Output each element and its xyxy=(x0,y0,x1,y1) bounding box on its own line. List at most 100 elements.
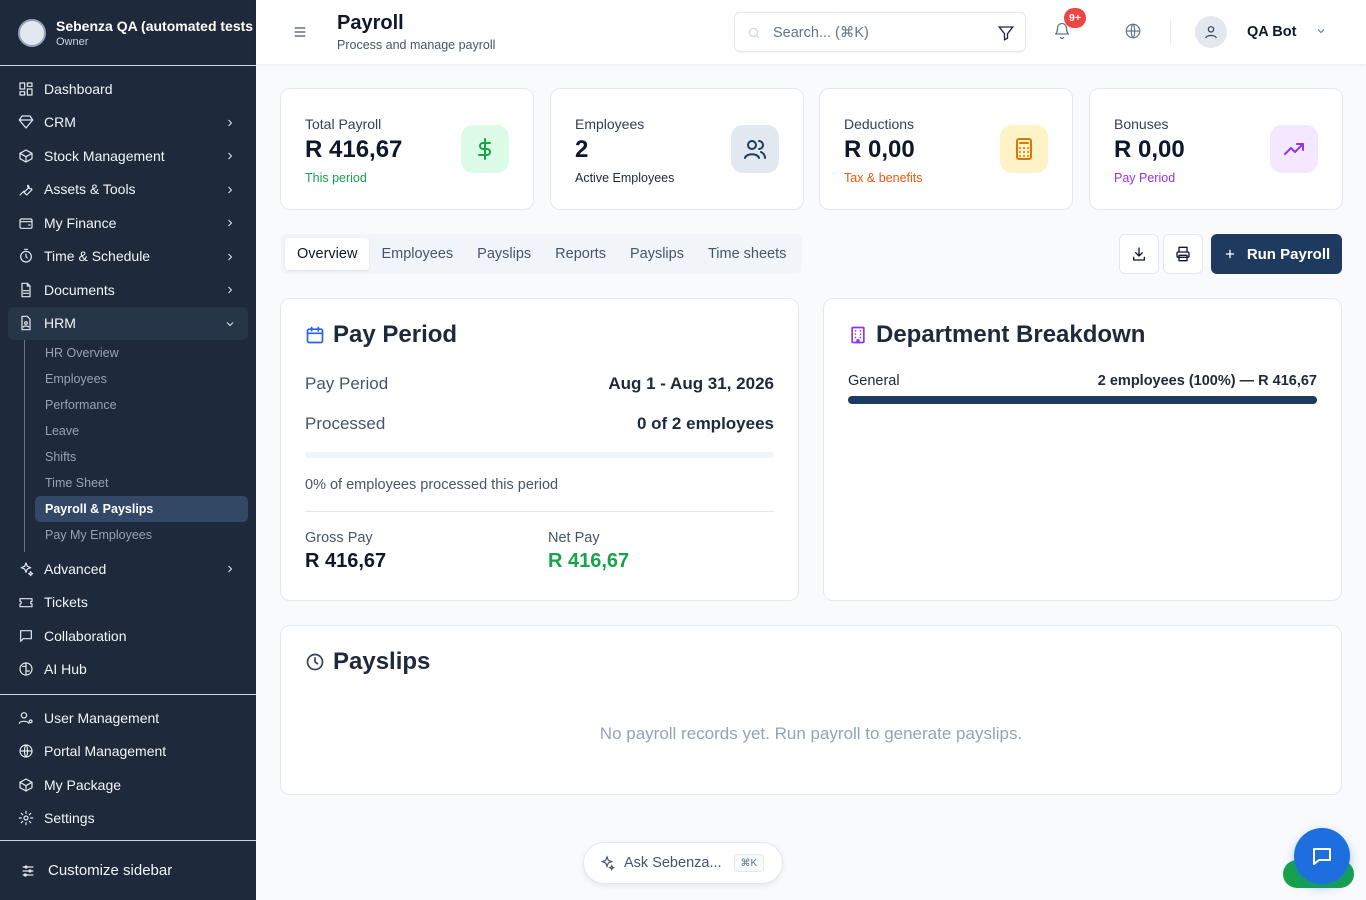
search-box[interactable] xyxy=(734,12,1026,52)
stat-card-employees: Employees 2 Active Employees xyxy=(550,88,804,210)
payslips-card: Payslips No payroll records yet. Run pay… xyxy=(280,625,1342,795)
search-input[interactable] xyxy=(773,22,973,44)
tab-reports[interactable]: Reports xyxy=(543,238,618,270)
gross-pay-value: R 416,67 xyxy=(305,550,387,572)
tab-overview[interactable]: Overview xyxy=(285,238,370,270)
stat-value: R 416,67 xyxy=(305,136,403,163)
globe-icon xyxy=(18,743,34,759)
chevron-down-icon[interactable] xyxy=(1315,24,1327,36)
sidebar-item-label: Dashboard xyxy=(44,80,113,97)
sidebar-subitem-hr-overview[interactable]: HR Overview xyxy=(35,340,248,366)
tab-payslips-2[interactable]: Payslips xyxy=(618,238,696,270)
sidebar-item-ai-hub[interactable]: AI Hub xyxy=(8,653,248,687)
progress-text: 0% of employees processed this period xyxy=(305,477,559,493)
print-button[interactable] xyxy=(1163,234,1203,274)
user-cog-icon xyxy=(18,710,34,726)
user-avatar[interactable] xyxy=(1195,16,1227,48)
gem-icon xyxy=(18,114,34,130)
run-payroll-label: Run Payroll xyxy=(1246,245,1331,263)
sidebar-item-tickets[interactable]: Tickets xyxy=(8,586,248,620)
sidebar-item-crm[interactable]: CRM xyxy=(8,106,248,140)
sidebar-item-label: User Management xyxy=(44,709,160,726)
sidebar-item-advanced[interactable]: Advanced xyxy=(8,552,248,586)
menu-toggle-icon[interactable] xyxy=(292,24,308,40)
run-payroll-button[interactable]: Run Payroll xyxy=(1211,234,1342,274)
printer-icon xyxy=(1176,246,1190,262)
org-avatar xyxy=(18,18,46,47)
package-icon xyxy=(18,148,34,164)
sidebar-subitem-payroll-payslips[interactable]: Payroll & Payslips xyxy=(35,496,248,522)
sidebar-item-documents[interactable]: Documents xyxy=(8,273,248,307)
sidebar-item-dashboard[interactable]: Dashboard xyxy=(8,72,248,106)
chat-launcher-button[interactable] xyxy=(1294,828,1350,884)
sidebar-item-assets-tools[interactable]: Assets & Tools xyxy=(8,173,248,207)
filter-icon[interactable] xyxy=(997,24,1015,42)
net-pay-label: Net Pay xyxy=(548,530,600,546)
sidebar-item-my-finance[interactable]: My Finance xyxy=(8,206,248,240)
trending-up-icon xyxy=(1270,125,1318,173)
org-switcher[interactable]: Sebenza QA (automated tests Owner xyxy=(0,0,256,66)
sidebar-item-label: My Package xyxy=(44,776,122,793)
gear-icon xyxy=(18,810,34,826)
sidebar: Sebenza QA (automated tests Owner Dashbo… xyxy=(0,0,256,900)
plus-icon xyxy=(1225,249,1234,259)
customize-sidebar-label: Customize sidebar xyxy=(48,862,173,879)
language-globe-icon[interactable] xyxy=(1124,22,1142,40)
sidebar-divider xyxy=(0,694,256,695)
department-bar xyxy=(848,396,1317,404)
org-role: Owner xyxy=(56,35,89,48)
download-icon xyxy=(1133,247,1145,261)
stat-label: Total Payroll xyxy=(305,116,382,132)
stat-note: Pay Period xyxy=(1114,171,1176,185)
sidebar-item-settings[interactable]: Settings xyxy=(8,802,248,836)
sidebar-item-hrm[interactable]: HRM xyxy=(8,306,248,340)
sidebar-subitem-leave[interactable]: Leave xyxy=(35,418,248,444)
pay-period-value: Aug 1 - Aug 31, 2026 xyxy=(608,374,774,393)
message-icon xyxy=(18,628,34,644)
sidebar-item-label: AI Hub xyxy=(44,661,87,678)
sidebar-item-time-schedule[interactable]: Time & Schedule xyxy=(8,240,248,274)
customize-sidebar-button[interactable]: Customize sidebar xyxy=(0,840,256,900)
stat-note: This period xyxy=(305,171,367,185)
sidebar-item-my-package[interactable]: My Package xyxy=(8,768,248,802)
sidebar-subitem-shifts[interactable]: Shifts xyxy=(35,444,248,470)
tab-payslips[interactable]: Payslips xyxy=(465,238,543,270)
payroll-tabs: Overview Employees Payslips Reports Pays… xyxy=(281,234,803,274)
sidebar-item-label: Portal Management xyxy=(44,743,167,760)
payslips-title: Payslips xyxy=(305,648,430,676)
sidebar-item-label: Advanced xyxy=(44,560,107,577)
department-bar-fill xyxy=(848,396,1317,404)
sidebar-subitem-performance[interactable]: Performance xyxy=(35,392,248,418)
sidebar-subitem-time-sheet[interactable]: Time Sheet xyxy=(35,470,248,496)
ticket-icon xyxy=(18,594,34,610)
top-header: Payroll Process and manage payroll 9+ QA… xyxy=(256,0,1366,64)
shortcut-hint: ⌘K xyxy=(733,854,765,872)
wrench-icon xyxy=(18,181,34,197)
department-name: General xyxy=(848,373,900,389)
calculator-icon xyxy=(1000,125,1048,173)
sidebar-subitem-pay-my-employees[interactable]: Pay My Employees xyxy=(35,522,248,548)
file-icon xyxy=(18,282,34,298)
chevron-right-icon xyxy=(224,562,236,574)
sidebar-item-stock-management[interactable]: Stock Management xyxy=(8,139,248,173)
timer-icon xyxy=(18,248,34,264)
sidebar-item-collaboration[interactable]: Collaboration xyxy=(8,619,248,653)
pay-period-card: Pay Period Pay Period Aug 1 - Aug 31, 20… xyxy=(280,298,799,601)
user-name[interactable]: QA Bot xyxy=(1247,24,1296,40)
tab-time-sheets[interactable]: Time sheets xyxy=(696,238,798,270)
sidebar-item-user-management[interactable]: User Management xyxy=(8,701,248,735)
chevron-right-icon xyxy=(224,116,236,128)
processed-value: 0 of 2 employees xyxy=(636,414,774,433)
download-button[interactable] xyxy=(1119,234,1159,274)
hrm-submenu: HR Overview Employees Performance Leave … xyxy=(24,340,248,552)
sidebar-item-portal-management[interactable]: Portal Management xyxy=(8,735,248,769)
ask-assistant-button[interactable]: Ask Sebenza... ⌘K xyxy=(583,842,783,884)
sidebar-item-label: HRM xyxy=(44,315,76,332)
chat-icon xyxy=(1313,848,1331,865)
brain-icon xyxy=(18,661,34,677)
search-icon xyxy=(747,26,761,40)
chevron-right-icon xyxy=(224,283,236,295)
sidebar-subitem-employees[interactable]: Employees xyxy=(35,366,248,392)
tab-employees[interactable]: Employees xyxy=(369,238,465,270)
sidebar-item-label: CRM xyxy=(44,114,76,131)
